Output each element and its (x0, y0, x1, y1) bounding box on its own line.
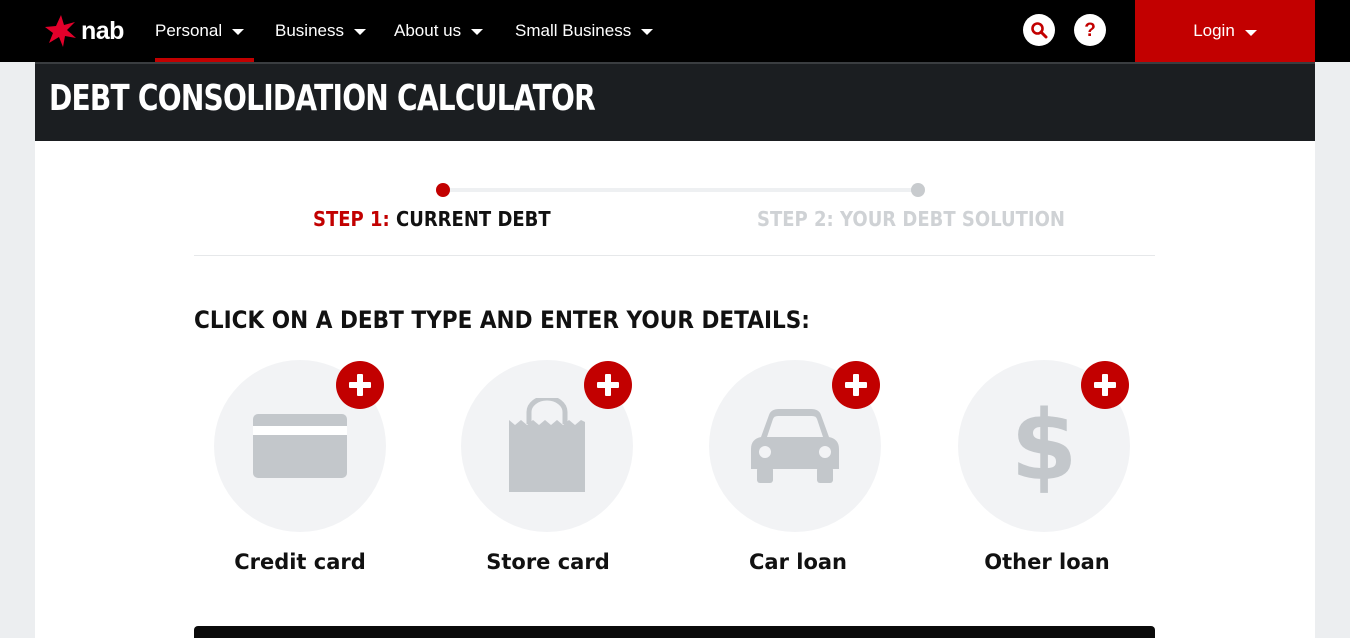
nav-item-label: Personal (155, 21, 223, 40)
nav-item-about-us[interactable]: About us (394, 0, 484, 62)
debt-type-store-card[interactable]: Store card (438, 360, 658, 585)
nab-star-logo-icon (45, 15, 76, 47)
add-credit-card-button[interactable] (336, 361, 384, 409)
page-banner: DEBT CONSOLIDATION CALCULATOR (35, 62, 1315, 141)
chevron-down-icon (353, 29, 366, 35)
dollar-icon: $ (1010, 390, 1078, 502)
debt-type-other-loan[interactable]: $ Other loan (937, 360, 1157, 585)
step-number: STEP 2: (757, 207, 834, 231)
add-store-card-button[interactable] (584, 361, 632, 409)
step-name: CURRENT DEBT (395, 207, 551, 231)
shopping-bag-icon (509, 398, 585, 492)
debt-type-label: Car loan (749, 550, 847, 574)
car-icon (751, 409, 839, 483)
debt-type-car-loan[interactable]: Car loan (688, 360, 908, 585)
add-other-loan-button[interactable] (1081, 361, 1129, 409)
login-button[interactable]: Login (1135, 0, 1315, 62)
nav-item-small-business[interactable]: Small Business (515, 0, 654, 62)
top-navigation-bar: nab Personal Business About us Small Bus… (0, 0, 1350, 62)
debt-type-label: Credit card (234, 550, 366, 574)
step-2-indicator (911, 183, 925, 197)
nab-logo[interactable]: nab (44, 15, 124, 47)
search-icon (1031, 22, 1048, 39)
debt-type-credit-card[interactable]: Credit card (190, 360, 410, 585)
nav-item-label: Small Business (515, 21, 632, 40)
debt-type-label: Other loan (984, 550, 1110, 574)
help-icon: ? (1084, 19, 1096, 41)
nav-item-business[interactable]: Business (275, 0, 366, 62)
step-number: STEP 1: (313, 207, 390, 231)
debt-type-label: Store card (486, 550, 610, 574)
credit-card-icon (253, 414, 347, 478)
help-button[interactable]: ? (1074, 14, 1106, 46)
step-2-label: STEP 2: YOUR DEBT SOLUTION (757, 207, 1065, 231)
chevron-down-icon (232, 29, 245, 35)
add-car-loan-button[interactable] (832, 361, 880, 409)
step-name: YOUR DEBT SOLUTION (839, 207, 1065, 231)
chevron-down-icon (1244, 29, 1257, 36)
step-progress-track (442, 188, 918, 192)
section-divider (194, 255, 1155, 256)
summary-bar (194, 626, 1155, 638)
login-label: Login (1193, 21, 1235, 40)
brand-name: nab (81, 16, 124, 45)
nav-item-personal[interactable]: Personal (155, 0, 254, 62)
chevron-down-icon (471, 29, 484, 35)
instruction-heading: CLICK ON A DEBT TYPE AND ENTER YOUR DETA… (194, 306, 810, 334)
nav-item-label: Business (275, 21, 344, 40)
step-1-indicator (436, 183, 450, 197)
chevron-down-icon (641, 29, 654, 35)
nav-item-label: About us (394, 21, 462, 40)
page-title: DEBT CONSOLIDATION CALCULATOR (49, 78, 596, 119)
search-button[interactable] (1023, 14, 1055, 46)
step-1-label: STEP 1: CURRENT DEBT (313, 207, 551, 231)
